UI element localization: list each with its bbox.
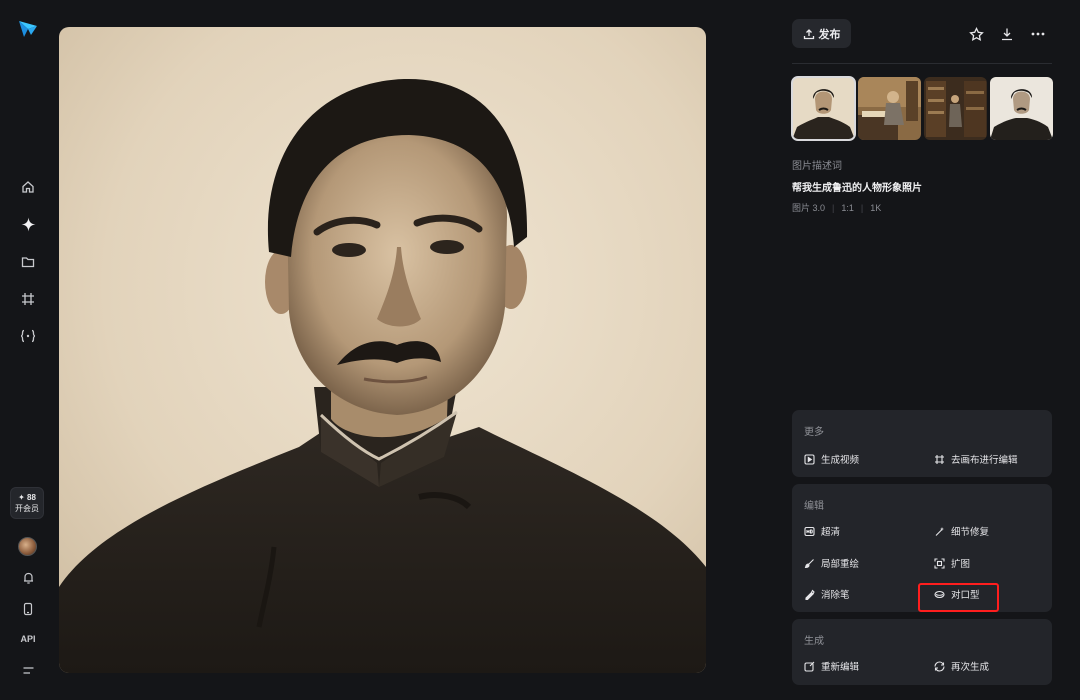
detail-repair-button[interactable]: 细节修复	[934, 522, 989, 540]
publish-label: 发布	[818, 28, 841, 41]
regenerate-button[interactable]: 再次生成	[934, 657, 989, 675]
divider	[792, 63, 1052, 64]
prompt-text: 帮我生成鲁迅的人物形象照片	[792, 183, 922, 194]
edit-in-canvas-label: 去画布进行编辑	[951, 455, 1018, 466]
publish-button[interactable]: 发布	[792, 19, 851, 48]
eraser-pen-icon	[805, 589, 815, 600]
menu-icon[interactable]	[17, 660, 39, 682]
more-card: 更多 生成视频 去画布进行编辑	[792, 410, 1052, 477]
more-options-icon[interactable]	[1028, 24, 1048, 44]
edit-box-icon	[804, 661, 815, 672]
upload-icon	[803, 28, 814, 39]
description-title: 图片描述词	[792, 161, 842, 172]
inpaint-button[interactable]: 局部重绘	[804, 554, 859, 572]
generate-card-title: 生成	[804, 636, 824, 647]
lip-sync-button[interactable]: 对口型	[934, 585, 980, 603]
eraser-label: 消除笔	[821, 590, 850, 601]
vip-membership-button[interactable]: ✦ 88 开会员	[10, 487, 44, 519]
brush-icon	[804, 558, 814, 568]
details-panel: 发布 图片描述词 帮我生成鲁迅的人物形象照片 图片 3.0 | 1:1 | 1K…	[776, 0, 1080, 700]
aspect-ratio: 1:1	[841, 202, 854, 213]
meta-separator: |	[860, 202, 864, 213]
braces-plugin-icon[interactable]	[17, 325, 39, 347]
meta-separator: |	[832, 202, 835, 213]
resolution: 1K	[870, 202, 882, 213]
thumbnail-2[interactable]	[858, 77, 921, 140]
edit-in-canvas-button[interactable]: 去画布进行编辑	[934, 450, 1018, 468]
canvas-frame-icon[interactable]	[17, 288, 39, 310]
star-favorite-icon[interactable]	[966, 24, 986, 44]
thumbnail-3[interactable]	[924, 77, 987, 140]
image-meta: 图片 3.0 | 1:1 | 1K	[792, 201, 881, 214]
refresh-icon	[934, 660, 945, 672]
folder-icon[interactable]	[17, 251, 39, 273]
vip-count: ✦ 88	[18, 492, 36, 502]
edit-card-title: 编辑	[804, 501, 824, 512]
mobile-icon[interactable]	[17, 598, 39, 620]
generate-card: 生成 重新编辑 再次生成	[792, 619, 1052, 685]
inpaint-label: 局部重绘	[821, 559, 860, 570]
more-card-title: 更多	[804, 427, 824, 438]
edit-card: 编辑 超清 细节修复 局部重绘 扩图 消除笔 对口型	[792, 484, 1052, 612]
expand-icon	[934, 557, 945, 569]
thumbnail-1[interactable]	[791, 76, 856, 141]
create-sparkle-icon[interactable]	[17, 213, 39, 235]
generate-video-button[interactable]: 生成视频	[804, 450, 859, 468]
re-edit-button[interactable]: 重新编辑	[804, 657, 859, 675]
eraser-button[interactable]: 消除笔	[804, 585, 850, 603]
image-viewer	[56, 0, 798, 700]
user-avatar[interactable]	[18, 537, 37, 556]
model-version: 图片 3.0	[792, 203, 826, 213]
api-link[interactable]: API	[14, 634, 42, 644]
mouth-icon	[934, 590, 945, 598]
detail-repair-label: 细节修复	[951, 527, 990, 538]
re-edit-label: 重新编辑	[821, 662, 860, 673]
vip-label: 开会员	[15, 503, 39, 513]
regenerate-label: 再次生成	[951, 662, 990, 673]
upscale-button[interactable]: 超清	[804, 522, 840, 540]
hd-icon	[804, 526, 815, 536]
magic-wand-icon	[935, 526, 944, 536]
expand-image-label: 扩图	[951, 559, 971, 570]
generate-video-label: 生成视频	[821, 455, 860, 466]
canvas-frame-icon	[935, 454, 944, 464]
upscale-label: 超清	[821, 527, 841, 538]
lip-sync-label: 对口型	[951, 590, 980, 601]
expand-image-button[interactable]: 扩图	[934, 554, 970, 572]
download-icon[interactable]	[997, 24, 1017, 44]
generated-portrait-image	[59, 27, 706, 673]
play-video-icon	[804, 453, 815, 465]
app-logo-icon[interactable]	[17, 18, 39, 40]
thumbnail-4[interactable]	[990, 77, 1053, 140]
left-sidebar: ✦ 88 开会员 API	[0, 0, 56, 700]
bell-icon[interactable]	[17, 567, 39, 589]
home-icon[interactable]	[17, 176, 39, 198]
